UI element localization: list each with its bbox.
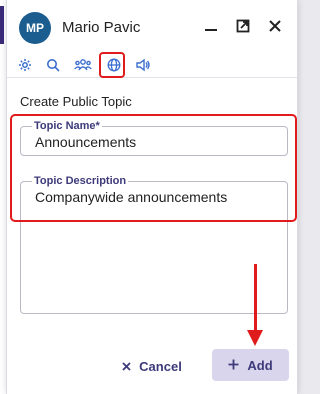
annotation-highlight-globe (99, 52, 125, 78)
minimize-icon[interactable] (201, 16, 221, 36)
annotation-arrow (254, 264, 257, 332)
cancel-label: Cancel (139, 358, 182, 374)
user-name: Mario Pavic (62, 19, 141, 36)
add-button[interactable]: Add (212, 349, 289, 381)
panel-header: MP Mario Pavic (7, 0, 297, 52)
close-icon (122, 359, 131, 374)
background-app-accent (0, 6, 4, 44)
annotation-arrow-head (247, 330, 263, 346)
toolbar (7, 52, 297, 78)
speaker-icon[interactable] (133, 55, 153, 75)
cancel-button[interactable]: Cancel (112, 351, 192, 381)
close-icon[interactable] (265, 16, 285, 36)
avatar[interactable]: MP (19, 12, 51, 44)
group-icon[interactable] (73, 55, 93, 75)
popout-icon[interactable] (233, 16, 253, 36)
gear-icon[interactable] (15, 55, 35, 75)
form-title: Create Public Topic (20, 94, 132, 109)
annotation-highlight-fields (10, 114, 297, 222)
add-label: Add (247, 357, 273, 373)
plus-icon (228, 358, 239, 373)
search-icon[interactable] (43, 55, 63, 75)
create-topic-panel: MP Mario Pavic Create Public Topic Annou… (6, 0, 298, 394)
